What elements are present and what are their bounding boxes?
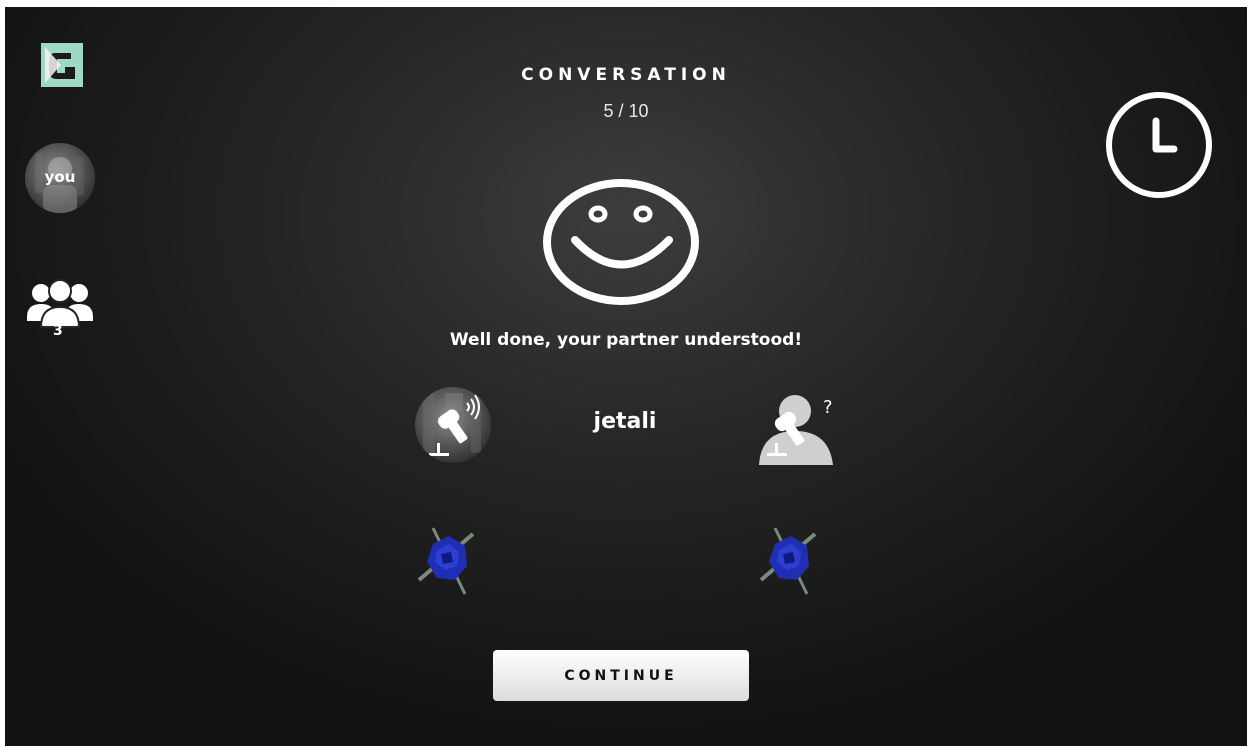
microphone-speaking-icon	[423, 393, 481, 456]
page-title: CONVERSATION	[521, 65, 731, 85]
smiley-icon	[543, 179, 699, 305]
svg-text:?: ?	[823, 397, 833, 418]
round-progress: 5 / 10	[603, 101, 649, 121]
clock-icon	[1106, 92, 1212, 198]
speaker-avatar	[415, 387, 491, 463]
continue-button[interactable]: CONTINUE	[493, 650, 749, 701]
result-message: Well done, your partner understood!	[449, 330, 803, 350]
player-avatar[interactable]: you	[25, 143, 95, 213]
blue-toy-icon	[759, 527, 817, 595]
blue-toy-icon	[417, 527, 475, 595]
game-screen: you 3 CONVERSATION 5 / 10 Well done, you…	[5, 7, 1247, 746]
player-label: you	[44, 168, 76, 186]
microphone-question-icon: ?	[759, 395, 833, 465]
target-word: jetali	[593, 409, 657, 434]
